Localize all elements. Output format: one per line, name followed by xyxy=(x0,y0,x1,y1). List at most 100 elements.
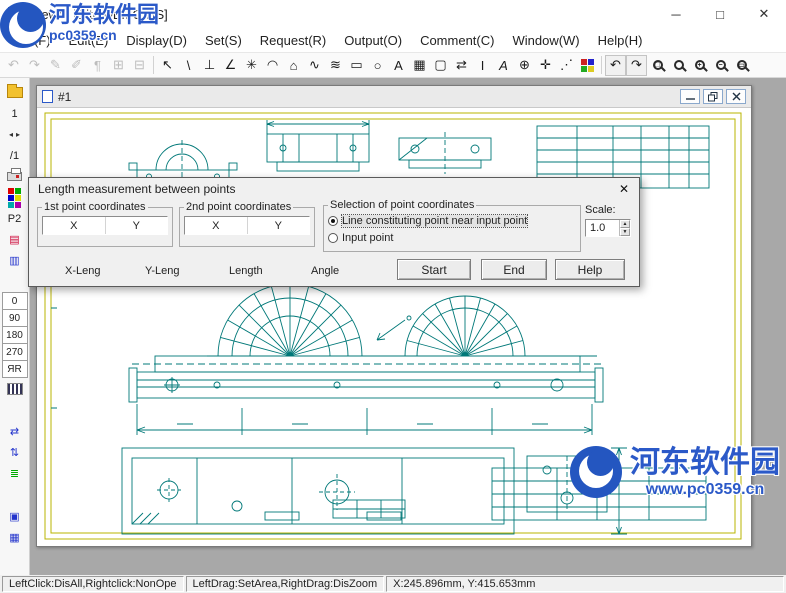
minimize-button[interactable]: ─ xyxy=(654,1,698,28)
toolbar: ↶ ↷ ✎ ✐ ¶ ⊞ ⊟ ↖ \ ⊥ ∠ ✳ ◠ ⌂ ∿ ≋ ▭ ○ A ▦ ▢ ⇄ I A ⊕ ✛ ⋰ ↶ ↷ □ + − ▭ xyxy=(0,52,786,78)
scale-down-icon[interactable]: ▼ xyxy=(620,228,630,236)
zoom-window-icon[interactable]: □ xyxy=(647,55,668,76)
zoom-fit-icon[interactable]: ▭ xyxy=(731,55,752,76)
dialog-title: Length measurement between points xyxy=(38,181,236,196)
zoom-out-icon[interactable]: − xyxy=(710,55,731,76)
slant-text-icon[interactable]: A xyxy=(493,55,514,76)
statusbar: LeftClick:DisAll,Rightclick:NonOpe LeftD… xyxy=(0,575,786,593)
menu-window[interactable]: Window(W) xyxy=(503,30,588,51)
point-star-icon[interactable]: ✳ xyxy=(241,55,262,76)
start-button[interactable]: Start xyxy=(397,259,471,280)
scale-spin-buttons: ▲ ▼ xyxy=(619,220,630,236)
swap-arrows-icon[interactable]: ⇄ xyxy=(451,55,472,76)
menu-set[interactable]: Set(S) xyxy=(196,30,251,51)
measure-dots-icon[interactable]: ⋰ xyxy=(556,55,577,76)
child-close-button[interactable] xyxy=(726,89,746,104)
menu-help[interactable]: Help(H) xyxy=(589,30,652,51)
pencil-icon[interactable]: ✎ xyxy=(45,55,66,76)
offset-icon[interactable]: ≋ xyxy=(325,55,346,76)
menu-request[interactable]: Request(R) xyxy=(251,30,335,51)
scale-up-icon[interactable]: ▲ xyxy=(620,220,630,228)
child-minimize-button[interactable] xyxy=(680,89,700,104)
line-icon[interactable]: \ xyxy=(178,55,199,76)
redo-view-icon[interactable]: ↷ xyxy=(626,54,647,76)
drawing-canvas[interactable] xyxy=(37,108,751,546)
mdi-area: #1 xyxy=(30,78,786,575)
radio-input-point[interactable]: Input point xyxy=(328,230,576,246)
rotate-0-button[interactable]: 0 xyxy=(1,292,28,310)
copy-icon[interactable]: ⊞ xyxy=(108,55,129,76)
next-view-icon[interactable]: ↷ xyxy=(24,55,45,76)
perpendicular-icon[interactable]: ⊥ xyxy=(199,55,220,76)
hatch-icon[interactable]: ▦ xyxy=(409,55,430,76)
mirror-button[interactable]: ЯR xyxy=(1,360,28,378)
zoom-icon[interactable] xyxy=(668,55,689,76)
prev-view-icon[interactable]: ↶ xyxy=(3,55,24,76)
rotate-90-button[interactable]: 90 xyxy=(1,309,28,327)
scale-control: Scale: 1.0 ▲ ▼ xyxy=(585,204,637,237)
first-point-x-field[interactable]: X xyxy=(43,217,105,234)
angle-icon[interactable]: ∠ xyxy=(220,55,241,76)
stripes-icon xyxy=(6,382,23,395)
dialog-close-icon[interactable]: ✕ xyxy=(615,182,633,196)
cross-plus-icon[interactable]: ✛ xyxy=(535,55,556,76)
print-button[interactable] xyxy=(3,167,27,186)
scale-input[interactable]: 1.0 xyxy=(586,220,619,236)
help-button[interactable]: Help xyxy=(555,259,625,280)
child-titlebar[interactable]: #1 xyxy=(37,86,751,108)
next-sheet-icon[interactable]: ▸ xyxy=(16,130,20,139)
paste-icon[interactable]: ⊟ xyxy=(129,55,150,76)
text-icon[interactable]: A xyxy=(388,55,409,76)
dotted-rect-icon[interactable]: ▢ xyxy=(430,55,451,76)
arc-icon[interactable]: ◠ xyxy=(262,55,283,76)
h-flip-button[interactable]: ⇄ xyxy=(3,422,27,441)
spline-icon[interactable]: ∿ xyxy=(304,55,325,76)
second-point-x-field[interactable]: X xyxy=(185,217,247,234)
layers-red-button[interactable]: ▤ xyxy=(3,230,27,249)
cad-drawing xyxy=(44,112,742,540)
folder-icon xyxy=(6,84,23,98)
close-button[interactable]: ✕ xyxy=(742,1,786,28)
undo-view-icon[interactable]: ↶ xyxy=(605,54,626,76)
stripes-button[interactable] xyxy=(3,379,27,398)
status-left: LeftClick:DisAll,Rightclick:NonOpe xyxy=(2,576,184,592)
second-point-y-field[interactable]: Y xyxy=(246,217,310,234)
toolbar-separator xyxy=(153,56,154,74)
window-1-button[interactable]: ▣ xyxy=(3,507,27,526)
polygon-icon[interactable]: ⌂ xyxy=(283,55,304,76)
menu-file[interactable]: File(F) xyxy=(4,30,60,51)
radio-line-constituting-point[interactable]: Line constituting point near input point xyxy=(328,213,576,229)
pointer-icon[interactable]: ↖ xyxy=(157,55,178,76)
window-grid-button[interactable]: ▦ xyxy=(3,528,27,547)
rotate-180-button[interactable]: 180 xyxy=(1,326,28,344)
menu-comment[interactable]: Comment(C) xyxy=(411,30,503,51)
x-leng-label: X-Leng xyxy=(65,265,101,277)
zoom-in-icon[interactable]: + xyxy=(689,55,710,76)
dialog-titlebar[interactable]: Length measurement between points ✕ xyxy=(29,178,639,199)
maximize-button[interactable]: □ xyxy=(698,1,742,28)
menu-edit[interactable]: Edit(E) xyxy=(60,30,118,51)
menu-display[interactable]: Display(D) xyxy=(117,30,196,51)
rectangle-icon[interactable]: ▭ xyxy=(346,55,367,76)
sheet-total-label: /1 xyxy=(9,149,20,162)
palette-icon[interactable] xyxy=(577,55,598,76)
menu-output[interactable]: Output(O) xyxy=(335,30,411,51)
prev-sheet-icon[interactable]: ◂ xyxy=(9,130,13,139)
window-controls: ─ □ ✕ xyxy=(654,1,786,28)
status-coordinates: X:245.896mm, Y:415.653mm xyxy=(386,576,784,592)
ellipse-icon[interactable]: ○ xyxy=(367,55,388,76)
pen-icon[interactable]: ✐ xyxy=(66,55,87,76)
v-flip-button[interactable]: ⇅ xyxy=(3,443,27,462)
list-button[interactable]: ≣ xyxy=(3,464,27,483)
crosshair-icon[interactable]: ⊕ xyxy=(514,55,535,76)
minimize-icon xyxy=(685,98,695,100)
layers-blue-button[interactable]: ▥ xyxy=(3,251,27,270)
rotate-270-button[interactable]: 270 xyxy=(1,343,28,361)
pilcrow-icon[interactable]: ¶ xyxy=(87,55,108,76)
end-button[interactable]: End xyxy=(481,259,547,280)
ibeam-icon[interactable]: I xyxy=(472,55,493,76)
palette-button[interactable] xyxy=(3,187,27,208)
open-folder-button[interactable] xyxy=(3,83,27,102)
child-restore-button[interactable] xyxy=(703,89,723,104)
first-point-y-field[interactable]: Y xyxy=(104,217,168,234)
